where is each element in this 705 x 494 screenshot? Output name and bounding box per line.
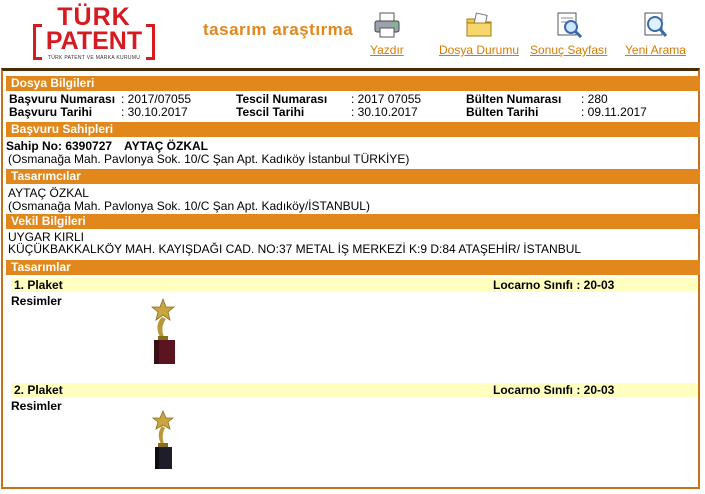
design-item-2-images-label: Resimler	[11, 399, 62, 413]
section-file-info: Dosya Bilgileri	[6, 76, 700, 91]
design-item-1-locarno: Locarno Sınıfı : 20-03	[493, 278, 615, 292]
nav-print-label[interactable]: Yazdır	[370, 43, 404, 57]
nav-new-search-label[interactable]: Yeni Arama	[625, 43, 686, 57]
logo-bottom-text: PATENT	[45, 27, 143, 55]
design-item-2-locarno: Locarno Sınıfı : 20-03	[493, 383, 615, 397]
app-title: tasarım araştırma	[203, 20, 354, 39]
section-applicants: Başvuru Sahipleri	[6, 122, 700, 137]
designer-address: (Osmanağa Mah. Pavlonya Sok. 10/C Şan Ap…	[8, 199, 370, 213]
nav-print[interactable]: Yazdır	[370, 10, 404, 57]
folder-icon	[466, 12, 492, 37]
nav-results-page[interactable]: Sonuç Sayfası	[530, 10, 607, 57]
new-search-icon	[644, 12, 668, 37]
nav-file-status-label[interactable]: Dosya Durumu	[439, 43, 519, 57]
trophy-icon[interactable]	[149, 409, 177, 471]
details-frame: Dosya Bilgileri Başvuru Numarası : 2017/…	[1, 68, 700, 489]
attorney-address: KÜÇÜKBAKKALKÖY MAH. KAYIŞDAĞI CAD. NO:37…	[8, 242, 582, 256]
section-designers: Tasarımcılar	[6, 169, 700, 184]
bulletin-date-label: Bülten Tarihi	[466, 105, 539, 119]
design-item-1-name: 1. Plaket	[14, 278, 63, 292]
logo-subtitle: TÜRK PATENT VE MARKA KURUMU	[47, 55, 141, 61]
bulletin-date-value: : 09.11.2017	[581, 105, 647, 119]
page-header: TÜRK PATENT TÜRK PATENT VE MARKA KURUMU …	[0, 0, 705, 68]
turk-patent-logo: TÜRK PATENT TÜRK PATENT VE MARKA KURUMU	[33, 4, 155, 62]
design-item-1-images-label: Resimler	[11, 294, 62, 308]
design-item-2-bar: 2. Plaket Locarno Sınıfı : 20-03	[11, 383, 698, 397]
design-item-2-name: 2. Plaket	[14, 383, 63, 397]
results-page-icon	[557, 12, 582, 39]
owner-address: (Osmanağa Mah. Pavlonya Sok. 10/C Şan Ap…	[8, 152, 410, 166]
application-date-label: Başvuru Tarihi	[9, 105, 93, 119]
application-date-value: : 30.10.2017	[121, 105, 188, 119]
nav-new-search[interactable]: Yeni Arama	[625, 10, 686, 57]
registration-date-label: Tescil Tarihi	[236, 105, 305, 119]
nav-results-page-label[interactable]: Sonuç Sayfası	[530, 43, 607, 57]
section-attorney: Vekil Bilgileri	[6, 214, 700, 229]
design-item-1-bar: 1. Plaket Locarno Sınıfı : 20-03	[11, 278, 698, 292]
printer-icon	[374, 12, 400, 38]
trophy-icon[interactable]	[146, 297, 180, 365]
registration-date-value: : 30.10.2017	[351, 105, 418, 119]
section-designs: Tasarımlar	[6, 260, 700, 275]
nav-file-status[interactable]: Dosya Durumu	[439, 10, 519, 57]
